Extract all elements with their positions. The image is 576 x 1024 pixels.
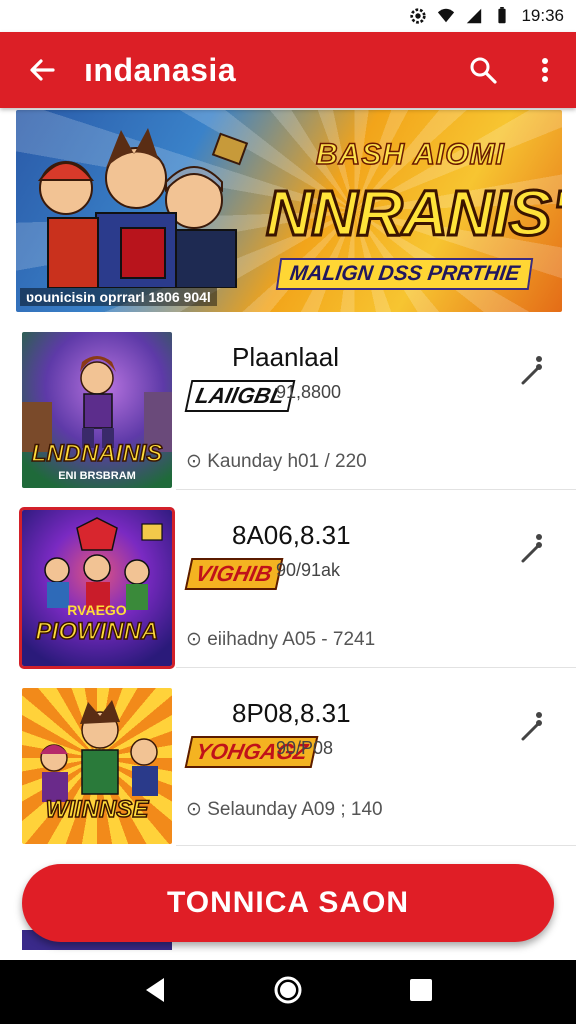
banner-headline-top: BASH AIOMI xyxy=(315,137,505,172)
item-meta: 90/P08 xyxy=(276,738,334,758)
item-title: 8A06,8.31 xyxy=(232,520,351,550)
thumbnail-title: LNDNAINIS xyxy=(31,439,163,468)
thumbnail-subtitle: ENI BRSBRAM xyxy=(58,470,136,482)
more-vert-icon xyxy=(542,58,548,82)
item-date: ⊙ eiihadny A05 - 7241 xyxy=(186,628,375,651)
list-divider xyxy=(176,667,576,668)
battery-icon xyxy=(498,7,507,24)
app-bar: ındanasia xyxy=(0,32,576,108)
nav-home-button[interactable] xyxy=(273,975,303,1010)
status-bar: 19:36 xyxy=(0,0,576,32)
page-title: ındanasia xyxy=(84,51,237,88)
banner-caption: ʋounicisin oprrarl 1806 904l xyxy=(20,288,217,306)
item-date: ⊙ Kaunday h01 / 220 xyxy=(186,450,367,473)
list-divider xyxy=(176,845,576,846)
edit-more-icon xyxy=(521,534,542,563)
list-item[interactable]: RVAEGO PIOWINNA 8A06,8.31 VIGHIB 90/91ak… xyxy=(0,498,576,669)
settings-status-icon xyxy=(410,8,427,24)
list-item[interactable]: WIINNSE 8P08,8.31 YOHGAGZ 90/P08 ⊙ Selau… xyxy=(0,676,576,846)
square-recents-icon xyxy=(409,978,432,1001)
item-title: 8P08,8.31 xyxy=(232,698,351,728)
clock-icon: ⊙ xyxy=(186,799,202,820)
circle-home-icon xyxy=(274,976,302,1003)
nav-recents-button[interactable] xyxy=(408,977,434,1008)
clock-icon: ⊙ xyxy=(186,451,202,472)
item-date-text: Kaunday h01 / 220 xyxy=(207,451,367,472)
system-nav-bar xyxy=(0,960,576,1024)
featured-banner[interactable]: BASH AIOMI NNRANIS" MALIGN DSS PRRTHIE ʋ… xyxy=(16,110,562,312)
item-date-text: eiihadny A05 - 7241 xyxy=(207,629,376,650)
banner-heroes-artwork xyxy=(37,128,249,288)
arrow-left-icon xyxy=(30,59,55,81)
status-time: 19:36 xyxy=(521,6,564,25)
overflow-menu-button[interactable] xyxy=(514,32,576,108)
item-thumbnail: WIINNSE xyxy=(22,688,172,844)
item-meta: 91,8800 xyxy=(276,382,342,402)
item-more-button[interactable] xyxy=(516,706,552,746)
item-date: ⊙ Selaunday A09 ; 140 xyxy=(186,798,383,821)
primary-action-button[interactable]: TONNICA SAON xyxy=(22,864,554,942)
edit-more-icon xyxy=(521,712,542,741)
wifi-icon xyxy=(438,8,455,23)
edit-more-icon xyxy=(521,356,542,385)
list-item[interactable]: LNDNAINIS ENI BRSBRAM Plaanlaal LAIlGBL … xyxy=(0,320,576,490)
item-more-button[interactable] xyxy=(516,528,552,568)
back-button[interactable] xyxy=(0,32,84,108)
thumbnail-subtitle: RVAEGO xyxy=(67,602,127,618)
clock-icon: ⊙ xyxy=(186,629,202,650)
search-icon xyxy=(470,57,497,84)
thumbnail-title: WIINNSE xyxy=(45,795,149,824)
banner-subheadline: MALIGN DSS PRRTHIE xyxy=(275,258,534,290)
item-thumbnail: RVAEGO PIOWINNA xyxy=(19,507,175,669)
item-title: Plaanlaal xyxy=(232,342,339,372)
nav-back-button[interactable] xyxy=(142,976,168,1009)
item-thumbnail: LNDNAINIS ENI BRSBRAM xyxy=(22,332,172,488)
signal-icon xyxy=(467,8,482,24)
item-meta: 90/91ak xyxy=(276,560,341,580)
banner-headline: NNRANIS" xyxy=(265,176,562,251)
triangle-back-icon xyxy=(146,977,165,1002)
item-more-button[interactable] xyxy=(516,350,552,390)
search-button[interactable] xyxy=(452,32,514,108)
item-badge: VIGHIB xyxy=(184,558,284,590)
thumbnail-title: PIOWINNA xyxy=(35,617,159,646)
list-divider xyxy=(176,489,576,490)
item-date-text: Selaunday A09 ; 140 xyxy=(207,799,383,820)
